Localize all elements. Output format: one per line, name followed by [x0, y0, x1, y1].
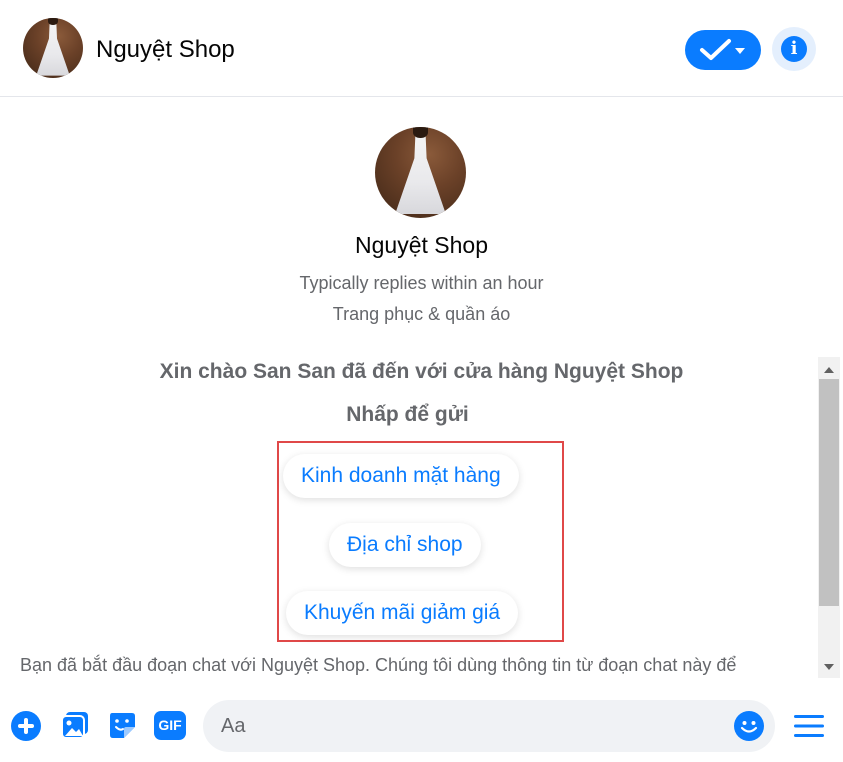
profile-avatar[interactable] [375, 127, 466, 218]
menu-icon[interactable] [794, 713, 824, 739]
photo-icon[interactable] [60, 710, 90, 740]
notice-text: Bạn đã bắt đầu đoạn chat với Nguyệt Shop… [20, 655, 737, 675]
greeting-message: Xin chào San San đã đến với cửa hàng Ngu… [159, 360, 684, 383]
model-hair [48, 18, 58, 26]
message-input-placeholder: Aa [221, 715, 246, 737]
dress-image [36, 22, 70, 76]
sticker-icon[interactable] [107, 710, 137, 740]
shop-avatar[interactable] [23, 18, 83, 78]
emoji-icon[interactable] [734, 711, 764, 741]
info-button[interactable]: i [772, 27, 816, 71]
check-dropdown-button[interactable] [685, 30, 761, 70]
info-icon: i [781, 36, 807, 62]
quick-reply-business[interactable]: Kinh doanh mặt hàng [283, 454, 519, 498]
quick-reply-address[interactable]: Địa chỉ shop [329, 523, 481, 567]
profile-category: Trang phục & quần áo [332, 304, 511, 324]
scroll-thumb[interactable] [819, 379, 839, 606]
profile-name: Nguyệt Shop [355, 232, 488, 258]
header-title[interactable]: Nguyệt Shop [96, 36, 235, 64]
scroll-up-icon[interactable] [824, 367, 834, 373]
gif-icon[interactable]: GIF [154, 711, 186, 740]
check-dropdown-icon [700, 39, 745, 60]
chat-header: Nguyệt Shop i [0, 0, 843, 97]
model-hair [413, 127, 428, 138]
click-to-send-prompt: Nhấp để gửi [346, 403, 469, 426]
scroll-down-icon[interactable] [824, 664, 834, 670]
message-input[interactable]: Aa [203, 700, 775, 752]
dress-image [395, 134, 446, 215]
emoji-face [740, 721, 758, 733]
chat-notice: Bạn đã bắt đầu đoạn chat với Nguyệt Shop… [20, 653, 805, 683]
quick-reply-promotion[interactable]: Khuyến mãi giảm giá [286, 591, 519, 635]
plus-icon[interactable] [11, 711, 41, 741]
message-composer: GIF Aa [0, 683, 843, 762]
response-time: Typically replies within an hour [299, 273, 544, 293]
scrollbar[interactable] [818, 357, 840, 678]
